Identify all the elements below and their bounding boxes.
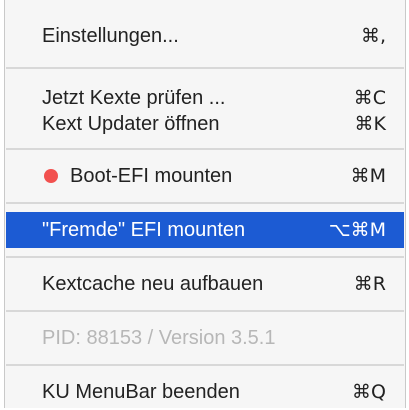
menu-item-menubar-beenden[interactable]: KU MenuBar beenden ⌘Q [6, 374, 404, 410]
menu-item-label: Kext Updater öffnen [42, 112, 220, 135]
menu-item-einstellungen[interactable]: Einstellungen... ⌘, [6, 18, 404, 54]
menu-separator [6, 148, 404, 150]
menu-item-label: KU MenuBar beenden [42, 380, 240, 403]
menu-separator [6, 310, 404, 312]
menu-item-shortcut: ⌘M [350, 165, 386, 187]
menu-separator [6, 364, 404, 366]
menu-item-boot-efi-mounten[interactable]: Boot-EFI mounten ⌘M [6, 158, 404, 194]
menu-item-pid-version: PID: 88153 / Version 3.5.1 [6, 320, 404, 356]
dropdown-menu: Einstellungen... ⌘, Jetzt Kexte prüfen .… [4, 0, 406, 408]
menu-item-label: Kextcache neu aufbauen [42, 272, 264, 295]
menu-item-shortcut: ⌘Q [352, 381, 386, 403]
menu-item-shortcut: ⌘, [360, 25, 386, 47]
menu-separator [6, 202, 404, 204]
menu-item-shortcut: ⌘R [353, 273, 386, 295]
menu-item-kextcache-neu-aufbauen[interactable]: Kextcache neu aufbauen ⌘R [6, 266, 404, 302]
menu-item-fremde-efi-mounten[interactable]: "Fremde" EFI mounten ⌥⌘M [6, 212, 404, 248]
menu-separator [6, 67, 404, 69]
menu-item-label: PID: 88153 / Version 3.5.1 [42, 326, 276, 349]
menu-separator [6, 256, 404, 258]
menu-item-label: Boot-EFI mounten [70, 164, 233, 187]
menu-item-label: "Fremde" EFI mounten [42, 218, 246, 241]
menu-item-shortcut: ⌥⌘M [328, 219, 386, 241]
menu-item-label: Einstellungen... [42, 24, 179, 47]
red-status-dot-icon [44, 169, 58, 183]
menu-item-shortcut: ⌘K [354, 113, 386, 135]
menu-item-kext-updater-oeffnen[interactable]: Kext Updater öffnen ⌘K [6, 106, 404, 142]
